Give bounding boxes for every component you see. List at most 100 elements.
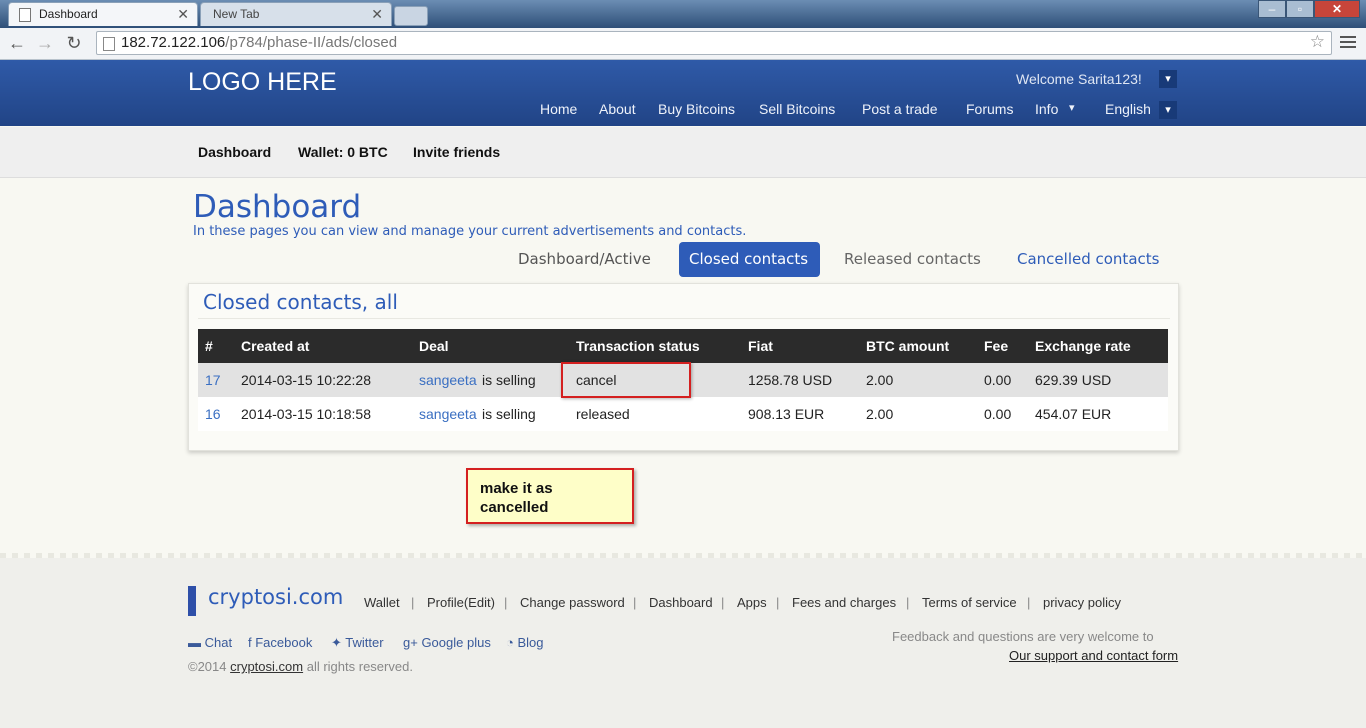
browser-tab-dashboard[interactable]: Dashboard ✕	[8, 2, 198, 26]
annotation-note-text: make it as cancelled	[480, 480, 553, 516]
column-header: Fee	[984, 338, 1009, 354]
google-plus-icon: g+	[403, 635, 422, 650]
fee: 0.00	[984, 372, 1012, 388]
contact-id-link[interactable]: 17	[205, 372, 221, 388]
chevron-down-icon[interactable]: ▾	[1159, 70, 1177, 88]
separator: |	[1027, 595, 1031, 610]
nav-forums[interactable]: Forums	[966, 101, 1013, 117]
nav-buy-bitcoins[interactable]: Buy Bitcoins	[658, 101, 735, 117]
created-at: 2014-03-15 10:18:58	[241, 406, 371, 422]
deal-user-link[interactable]: sangeeta	[419, 406, 477, 422]
twitter-icon: ✦	[331, 635, 346, 650]
separator: |	[411, 595, 415, 610]
nav-about[interactable]: About	[599, 101, 636, 117]
nav-home[interactable]: Home	[540, 101, 577, 117]
nav-post-a-trade[interactable]: Post a trade	[862, 101, 938, 117]
browser-tab-label: New Tab	[213, 7, 260, 21]
brand-bar	[188, 586, 196, 616]
feedback-text: Feedback and questions are very welcome …	[892, 629, 1154, 644]
footer-link-apps[interactable]: Apps	[737, 595, 767, 610]
footer-link-wallet[interactable]: Wallet	[364, 595, 400, 610]
back-arrow-icon[interactable]: ←	[6, 32, 28, 54]
separator: |	[906, 595, 910, 610]
chevron-down-icon[interactable]: ▾	[1069, 101, 1075, 114]
deal-text: is selling	[482, 372, 536, 388]
support-contact-link[interactable]: Our support and contact form	[1009, 648, 1178, 663]
transaction-status: released	[576, 406, 630, 422]
reload-icon[interactable]: ↻	[63, 32, 85, 54]
footer-link-change-password[interactable]: Change password	[520, 595, 625, 610]
maximize-window-button[interactable]: ▫	[1286, 0, 1314, 18]
browser-tab-new-tab[interactable]: New Tab ✕	[200, 2, 392, 26]
nav-info[interactable]: Info	[1035, 101, 1058, 117]
page-icon	[103, 37, 115, 51]
close-tab-icon[interactable]: ✕	[177, 3, 189, 25]
column-header: Transaction status	[576, 338, 700, 354]
forward-arrow-icon[interactable]: →	[34, 32, 56, 54]
bookmark-star-icon[interactable]: ☆	[1310, 32, 1325, 52]
tab-cancelled-contacts[interactable]: Cancelled contacts	[1017, 250, 1159, 268]
social-blog[interactable]: ◔ Blog	[506, 635, 544, 650]
tab-released-contacts[interactable]: Released contacts	[844, 250, 981, 268]
annotation-highlight-box	[561, 362, 691, 398]
column-header: Exchange rate	[1035, 338, 1131, 354]
footer-link-dashboard[interactable]: Dashboard	[649, 595, 713, 610]
address-bar[interactable]: 182.72.122.106/p784/phase-II/ads/closed …	[96, 31, 1332, 55]
social-twitter[interactable]: ✦ Twitter	[331, 635, 384, 651]
contact-id-link[interactable]: 16	[205, 406, 221, 422]
nav-language[interactable]: English	[1105, 101, 1151, 117]
fiat-amount: 908.13 EUR	[748, 406, 825, 422]
copyright-link[interactable]: cryptosi.com	[230, 659, 303, 674]
exchange-rate: 454.07 EUR	[1035, 406, 1112, 422]
close-tab-icon[interactable]: ✕	[371, 3, 383, 25]
footer-link-privacy[interactable]: privacy policy	[1043, 595, 1121, 610]
column-header: BTC amount	[866, 338, 950, 354]
rss-icon: ◔	[506, 635, 518, 650]
page-title: Dashboard	[193, 189, 362, 225]
address-url[interactable]: 182.72.122.106/p784/phase-II/ads/closed	[121, 34, 397, 51]
footer-brand[interactable]: cryptosi.com	[208, 585, 343, 609]
chat-icon: ▬	[188, 635, 205, 650]
separator: |	[776, 595, 780, 610]
footer-link-profile[interactable]: Profile(Edit)	[427, 595, 495, 610]
deal-user-link[interactable]: sangeeta	[419, 372, 477, 388]
btc-amount: 2.00	[866, 372, 894, 388]
page-icon	[19, 8, 31, 22]
exchange-rate: 629.39 USD	[1035, 372, 1112, 388]
footer-link-terms[interactable]: Terms of service	[922, 595, 1017, 610]
subnav-invite-friends[interactable]: Invite friends	[413, 144, 500, 160]
social-google-plus[interactable]: g+ Google plus	[403, 635, 491, 650]
site-logo[interactable]: LOGO HERE	[188, 68, 337, 97]
column-header: Deal	[419, 338, 449, 354]
subnav-wallet[interactable]: Wallet: 0 BTC	[298, 144, 388, 160]
page-subtitle: In these pages you can view and manage y…	[193, 224, 747, 239]
tab-closed-contacts[interactable]: Closed contacts	[689, 250, 808, 268]
social-facebook[interactable]: f Facebook	[248, 635, 312, 650]
welcome-user[interactable]: Welcome Sarita123!	[1016, 71, 1142, 87]
footer-link-fees[interactable]: Fees and charges	[792, 595, 896, 610]
nav-sell-bitcoins[interactable]: Sell Bitcoins	[759, 101, 835, 117]
separator: |	[721, 595, 725, 610]
created-at: 2014-03-15 10:22:28	[241, 372, 371, 388]
column-header: Created at	[241, 338, 310, 354]
browser-tab-label: Dashboard	[39, 7, 98, 21]
tab-dashboard-active[interactable]: Dashboard/Active	[518, 250, 651, 268]
deal-text: is selling	[482, 406, 536, 422]
close-window-button[interactable]: ✕	[1314, 0, 1360, 18]
column-header: #	[205, 338, 213, 354]
social-chat[interactable]: ▬ Chat	[188, 635, 232, 650]
chevron-down-icon[interactable]: ▾	[1159, 101, 1177, 119]
fee: 0.00	[984, 406, 1012, 422]
btc-amount: 2.00	[866, 406, 894, 422]
copyright: ©2014 cryptosi.com all rights reserved.	[188, 659, 413, 674]
browser-menu-icon[interactable]	[1340, 36, 1356, 51]
fiat-amount: 1258.78 USD	[748, 372, 833, 388]
column-header: Fiat	[748, 338, 773, 354]
minimize-window-button[interactable]: –	[1258, 0, 1286, 18]
separator: |	[633, 595, 637, 610]
separator: |	[504, 595, 508, 610]
browser-toolbar: ← → ↻ 182.72.122.106/p784/phase-II/ads/c…	[0, 28, 1366, 60]
new-tab-button[interactable]	[394, 6, 428, 26]
panel-title: Closed contacts, all	[203, 290, 398, 314]
subnav-dashboard[interactable]: Dashboard	[198, 144, 271, 160]
